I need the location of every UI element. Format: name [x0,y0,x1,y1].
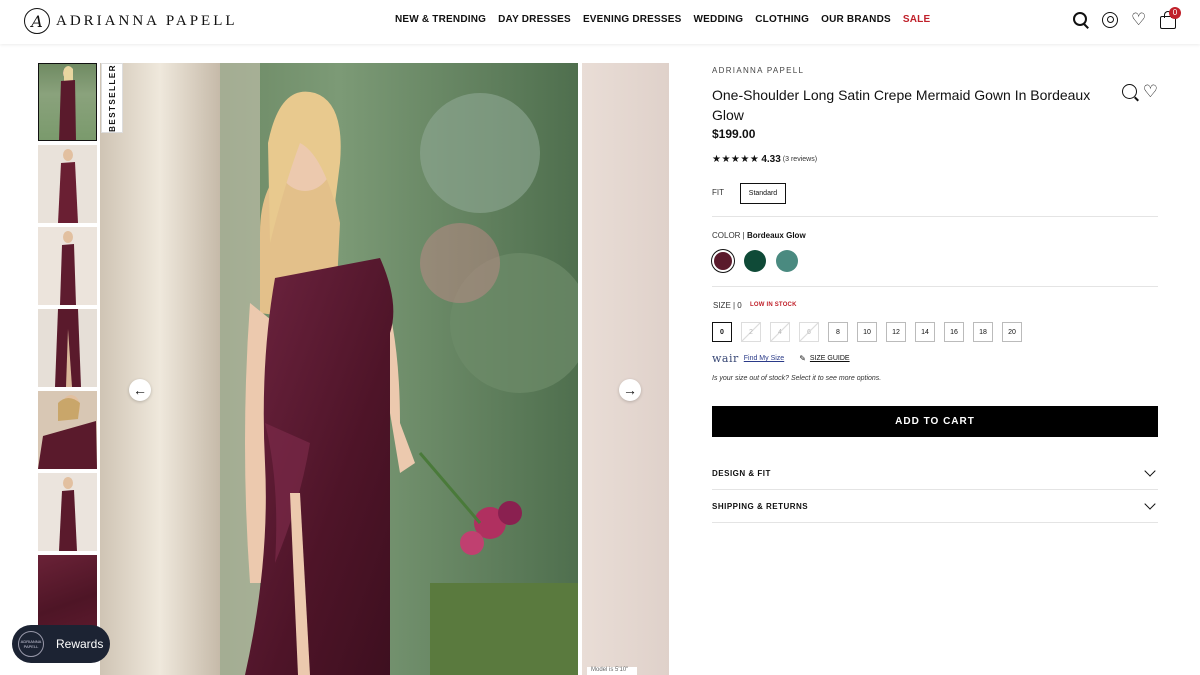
color-swatches [712,250,798,272]
color-label-text: COLOR | [712,231,745,240]
bestseller-badge: BESTSELLER [101,63,123,133]
fit-tools-row: wair Find My Size ✎ SIZE GUIDE [712,352,850,365]
nav-evening-dresses[interactable]: EVENING DRESSES [583,14,682,25]
search-icon[interactable] [1073,12,1089,28]
thumbnail-4[interactable] [38,309,97,387]
main-product-image[interactable] [100,63,578,675]
swatch-teal[interactable] [776,250,798,272]
nav-our-brands[interactable]: OUR BRANDS [821,14,891,25]
nav-sale[interactable]: SALE [903,14,930,25]
size-16-button[interactable]: 16 [944,322,964,342]
swatch-bordeaux-glow[interactable] [714,252,732,270]
thumbnail-figure [38,395,97,469]
thumbnail-figure [60,231,76,305]
size-8-button[interactable]: 8 [828,322,848,342]
product-title: One-Shoulder Long Satin Crepe Mermaid Go… [712,87,1091,123]
size-guide-link[interactable]: SIZE GUIDE [810,355,850,362]
fit-label: FIT [712,188,724,197]
rating-value: 4.33 [761,154,781,165]
product-rating[interactable]: ★★★★★ 4.33 (3 reviews) [712,154,817,165]
fit-standard-button[interactable]: Standard [740,183,786,204]
size-0-button[interactable]: 0 [712,322,732,342]
size-20-button[interactable]: 20 [1002,322,1022,342]
thumbnail-6[interactable] [38,473,97,551]
size-4-button[interactable]: 4 [770,322,790,342]
stock-note: Is your size out of stock? Select it to … [712,375,882,382]
accordion-label: SHIPPING & RETURNS [712,501,809,511]
bag-icon[interactable]: 0 [1160,6,1181,29]
bestseller-label: BESTSELLER [107,64,117,132]
product-brand[interactable]: ADRIANNA PAPELL [712,66,804,75]
chevron-down-icon [1144,465,1156,477]
next-image-arrow-icon[interactable]: → [619,379,641,401]
title-actions: ♡ [1121,83,1158,100]
product-photo [100,63,578,675]
nav-new-trending[interactable]: NEW & TRENDING [395,14,486,25]
brand-logo[interactable]: A ADRIANNA PAPELL [24,8,238,34]
logo-text: ADRIANNA PAPELL [56,12,238,29]
wishlist-heart-icon[interactable]: ♡ [1131,11,1147,28]
cart-count-badge: 0 [1169,6,1181,19]
add-to-cart-button[interactable]: ADD TO CART [712,406,1158,437]
size-10-button[interactable]: 10 [857,322,877,342]
thumbnail-figure [59,66,76,141]
divider [712,216,1158,217]
product-price: $199.00 [712,127,756,141]
size-2-button[interactable]: 2 [741,322,761,342]
rewards-button[interactable]: ADRIANNA PAPELL Rewards [12,625,110,663]
thumbnail-figure [58,149,78,223]
thumbnail-1[interactable] [38,63,97,141]
chevron-down-icon [1144,498,1156,510]
nav-day-dresses[interactable]: DAY DRESSES [498,14,571,25]
swatch-dark-green[interactable] [744,250,766,272]
prev-image-arrow-icon[interactable]: ← [129,379,151,401]
nav-wedding[interactable]: WEDDING [694,14,744,25]
thumbnail-7[interactable] [38,555,97,633]
accordion-label: DESIGN & FIT [712,468,771,478]
thumbnail-list [38,63,98,637]
thumbnail-3[interactable] [38,227,97,305]
account-icon[interactable] [1102,12,1118,28]
color-selected-name: Bordeaux Glow [746,231,806,240]
add-to-wishlist-heart-icon[interactable]: ♡ [1143,83,1158,100]
accordion-design-fit[interactable]: DESIGN & FIT [712,457,1158,490]
star-rating-icon: ★★★★★ [712,154,760,165]
low-stock-badge: LOW IN STOCK [750,302,797,308]
review-count[interactable]: (3 reviews) [783,156,817,163]
rewards-label: Rewards [56,637,104,651]
chat-icon[interactable] [1121,84,1137,99]
thumbnail-figure [55,309,81,387]
thumbnail-5[interactable] [38,391,97,469]
ruler-icon: ✎ [799,354,806,363]
model-info-tag: Model is 5'10" [587,667,637,675]
wair-logo: wair [712,352,739,365]
divider [712,286,1158,287]
site-header: A ADRIANNA PAPELL NEW & TRENDING DAY DRE… [0,0,1200,44]
color-label: COLOR | Bordeaux Glow [712,231,806,240]
header-actions: ♡ 0 [1073,6,1181,29]
size-18-button[interactable]: 18 [973,322,993,342]
main-nav: NEW & TRENDING DAY DRESSES EVENING DRESS… [395,14,942,25]
thumbnail-figure [59,477,77,551]
size-label: SIZE | 0 [713,301,742,310]
logo-mark: A [24,8,50,34]
size-12-button[interactable]: 12 [886,322,906,342]
nav-clothing[interactable]: CLOTHING [755,14,809,25]
size-options: 0 2 4 6 8 10 12 14 16 18 20 [712,322,1022,342]
rewards-logo: ADRIANNA PAPELL [18,631,44,657]
thumbnail-2[interactable] [38,145,97,223]
size-14-button[interactable]: 14 [915,322,935,342]
size-6-button[interactable]: 6 [799,322,819,342]
find-my-size-link[interactable]: Find My Size [744,355,784,362]
accordion-shipping-returns[interactable]: SHIPPING & RETURNS [712,490,1158,523]
secondary-product-image[interactable] [582,63,669,675]
